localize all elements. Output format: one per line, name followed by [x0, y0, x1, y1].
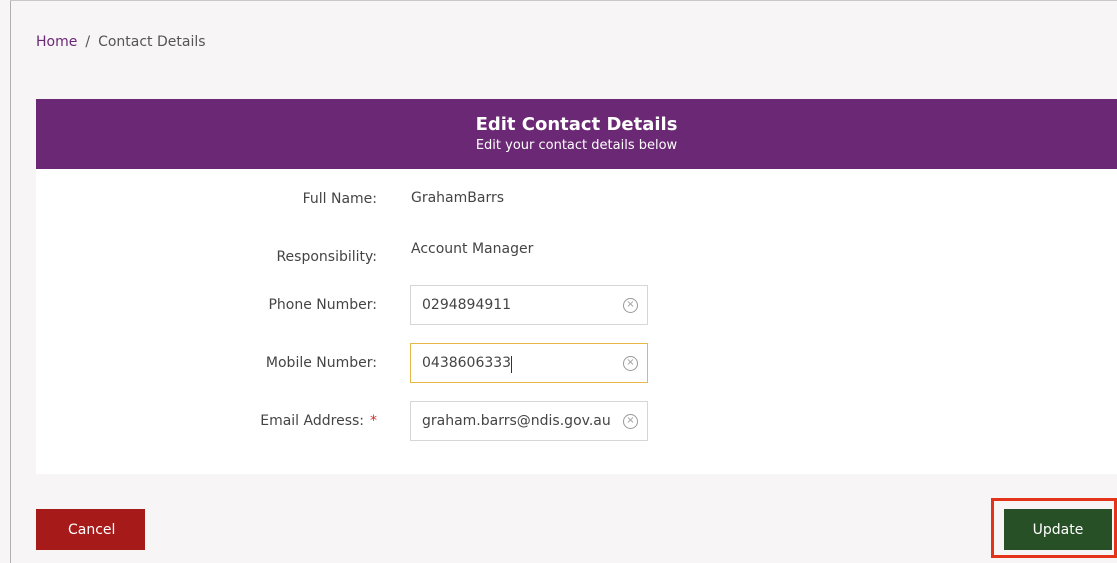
mobile-row: Mobile Number: × [36, 343, 1117, 383]
page-left-border [10, 0, 11, 563]
required-marker: * [370, 413, 377, 429]
card-header: Edit Contact Details Edit your contact d… [36, 99, 1117, 169]
card-subtitle: Edit your contact details below [475, 137, 678, 153]
full-name-value: GrahamBarrs [411, 190, 505, 206]
full-name-label: Full Name: [302, 191, 377, 207]
page-top-border [10, 0, 1117, 1]
phone-field[interactable]: × [410, 285, 648, 325]
edit-contact-card: Edit Contact Details Edit your contact d… [36, 99, 1117, 474]
email-row: Email Address: * × [36, 401, 1117, 441]
clear-icon[interactable]: × [623, 356, 638, 371]
phone-row: Phone Number: × [36, 285, 1117, 325]
clear-icon[interactable]: × [623, 298, 638, 313]
breadcrumb-separator: / [85, 34, 91, 50]
mobile-field[interactable]: × [410, 343, 648, 383]
responsibility-value: Account Manager [411, 241, 534, 257]
text-caret [511, 356, 512, 373]
breadcrumb-current: Contact Details [98, 34, 206, 50]
email-field[interactable]: × [410, 401, 648, 441]
email-label: Email Address: * [260, 401, 377, 441]
breadcrumb: Home / Contact Details [36, 34, 206, 50]
email-label-text: Email Address: [260, 413, 364, 429]
responsibility-label: Responsibility: [276, 249, 377, 265]
update-button[interactable]: Update [1004, 509, 1112, 550]
breadcrumb-home-link[interactable]: Home [36, 34, 77, 50]
full-name-row: Full Name: GrahamBarrs [36, 179, 1117, 219]
email-input[interactable] [422, 402, 618, 440]
clear-icon[interactable]: × [623, 414, 638, 429]
phone-input[interactable] [422, 286, 618, 324]
responsibility-row: Responsibility: Account Manager [36, 237, 1117, 277]
mobile-label: Mobile Number: [265, 355, 377, 371]
card-title: Edit Contact Details [475, 113, 678, 135]
cancel-button[interactable]: Cancel [36, 509, 145, 550]
mobile-input[interactable] [422, 344, 618, 382]
phone-label: Phone Number: [268, 297, 377, 313]
